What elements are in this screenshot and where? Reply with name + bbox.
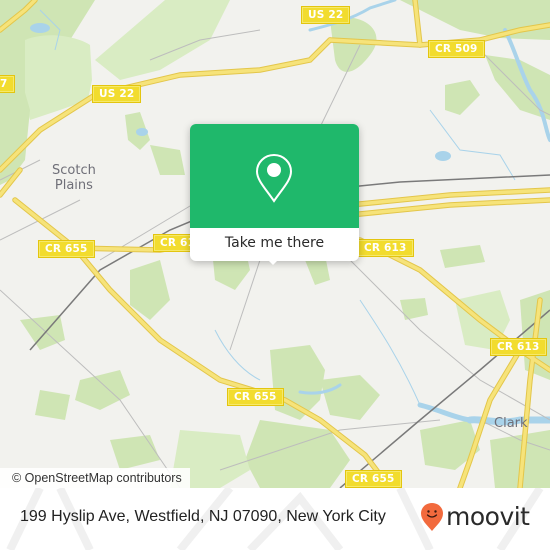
take-me-there-button[interactable]: Take me there xyxy=(190,228,359,261)
address-text: 199 Hyslip Ave, Westfield, NJ 07090, New… xyxy=(20,508,386,525)
card-header xyxy=(190,124,359,228)
road-shield-cr655: CR 655 xyxy=(228,389,283,405)
place-label-line: Scotch xyxy=(52,163,96,178)
moovit-logo[interactable]: moovit xyxy=(420,501,530,533)
moovit-smiley-pin-icon xyxy=(421,503,443,531)
road-shield-cr655: CR 655 xyxy=(39,241,94,257)
card-pointer xyxy=(267,259,279,265)
road-shield-cr613: CR 613 xyxy=(358,240,413,256)
map-view[interactable]: Scotch Plains Clark US 22 US 22 CR 509 C… xyxy=(0,0,550,488)
place-label-line: Plains xyxy=(54,178,93,193)
map-pin-icon xyxy=(255,153,293,203)
road-shield-cr613: CR 613 xyxy=(491,339,546,355)
place-label-scotch-plains: Scotch Plains xyxy=(52,163,96,193)
moovit-wordmark: moovit xyxy=(446,502,530,531)
road-shield-us22: US 22 xyxy=(302,7,350,23)
map-attribution[interactable]: © OpenStreetMap contributors xyxy=(0,468,190,488)
take-me-there-card[interactable]: Take me there xyxy=(190,124,359,265)
road-shield-partial: 7 xyxy=(0,76,14,92)
road-shield-cr509: CR 509 xyxy=(429,41,484,57)
place-label-clark: Clark xyxy=(494,416,528,431)
road-shield-us22: US 22 xyxy=(93,86,141,102)
footer-bar: 199 Hyslip Ave, Westfield, NJ 07090, New… xyxy=(0,488,550,550)
road-shield-cr655: CR 655 xyxy=(346,471,401,487)
